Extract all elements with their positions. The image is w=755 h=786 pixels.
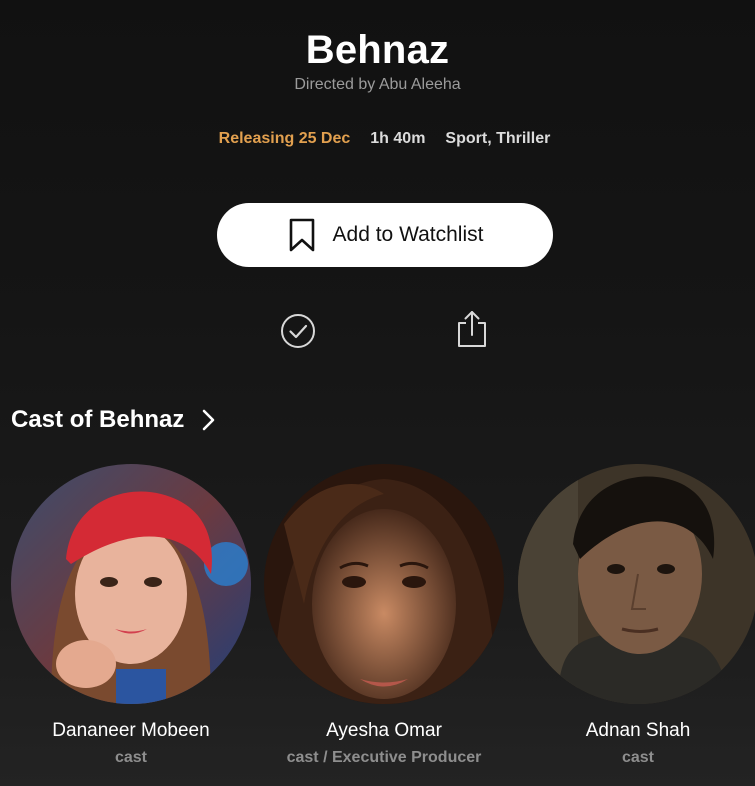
cast-role: cast / Executive Producer — [286, 749, 482, 766]
cast-name: Ayesha Omar — [326, 720, 442, 741]
cast-photo — [518, 464, 755, 704]
movie-title: Behnaz — [305, 28, 450, 72]
cast-section-heading[interactable]: Cast of Behnaz — [11, 406, 218, 434]
cast-name: Adnan Shah — [585, 720, 691, 741]
release-date: Releasing 25 Dec — [218, 130, 351, 147]
director-line: Directed by Abu Aleeha — [294, 76, 461, 93]
cast-heading-label: Cast of Behnaz — [11, 406, 185, 433]
watchlist-label: Add to Watchlist — [332, 223, 484, 246]
cast-role: cast — [114, 749, 148, 766]
cast-role: cast — [621, 749, 655, 766]
duration: 1h 40m — [370, 130, 426, 147]
cast-name: Dananeer Mobeen — [52, 720, 210, 741]
cast-photo — [264, 464, 504, 704]
genres: Sport, Thriller — [445, 130, 551, 147]
chevron-right-icon — [200, 407, 218, 433]
movie-meta: Releasing 25 Dec 1h 40m Sport, Thriller — [0, 130, 755, 148]
cast-card[interactable]: Ayesha Omar cast / Executive Producer — [259, 464, 509, 767]
cast-photo — [11, 464, 251, 704]
bookmark-icon — [287, 217, 317, 253]
cast-card[interactable]: Dananeer Mobeen cast — [6, 464, 256, 767]
check-circle-icon[interactable] — [278, 311, 318, 351]
share-icon[interactable] — [452, 309, 492, 349]
add-to-watchlist-button[interactable]: Add to Watchlist — [217, 203, 553, 267]
cast-card[interactable]: Adnan Shah cast — [513, 464, 755, 767]
